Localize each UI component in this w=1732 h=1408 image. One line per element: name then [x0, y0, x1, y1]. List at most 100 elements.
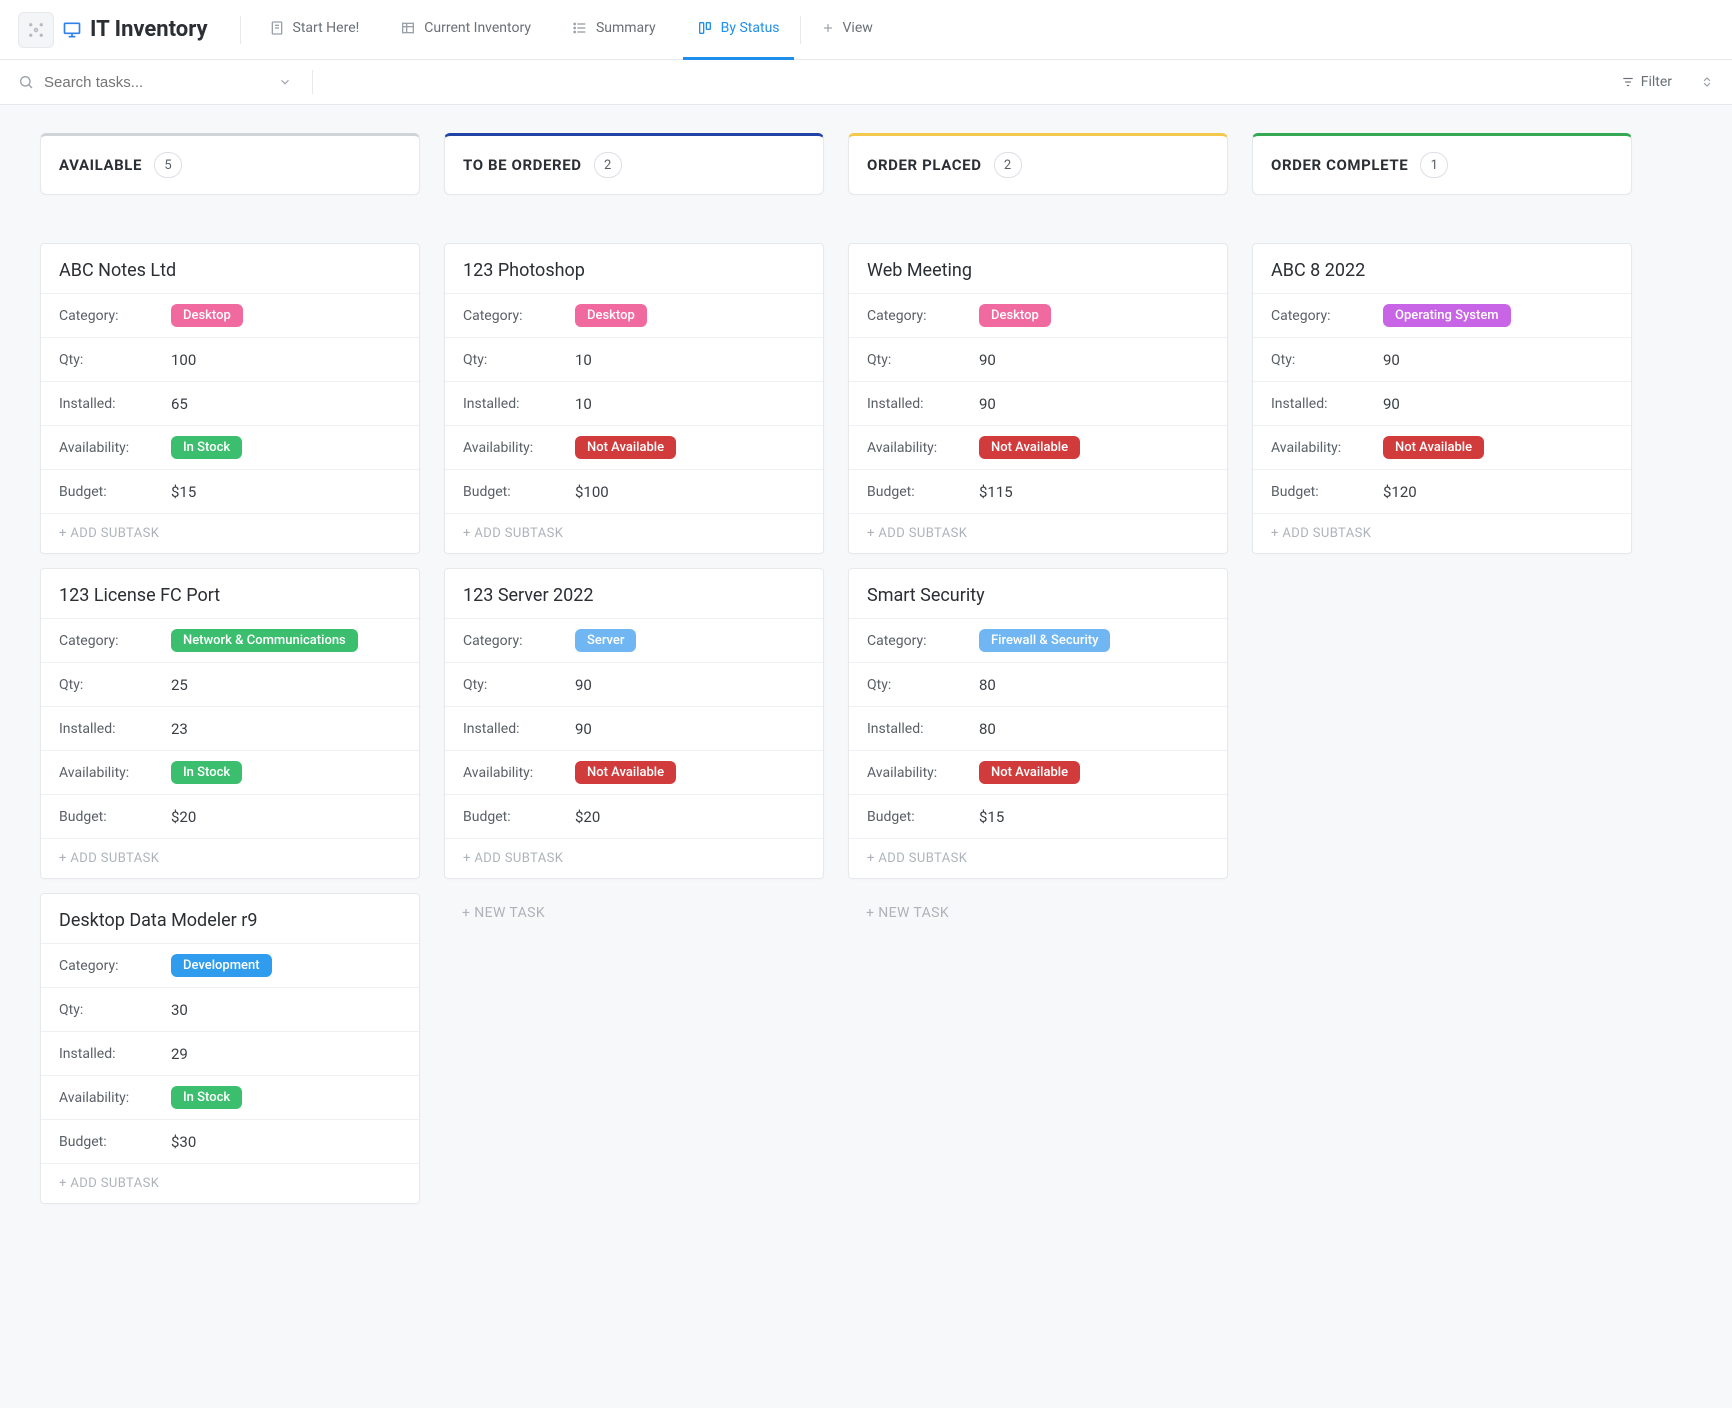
new-task-button[interactable]: + NEW TASK [848, 893, 1228, 933]
field-row-availability: Availability:Not Available [1253, 425, 1631, 469]
add-subtask-button[interactable]: + ADD SUBTASK [1253, 513, 1631, 553]
field-label: Category: [1271, 308, 1383, 324]
card-title: Desktop Data Modeler r9 [41, 894, 419, 943]
field-row-category: Category:Desktop [445, 293, 823, 337]
field-label: Category: [59, 958, 171, 974]
tab-start-here-[interactable]: Start Here! [255, 0, 374, 60]
filter-button[interactable]: Filter [1621, 74, 1672, 90]
column-header[interactable]: TO BE ORDERED2 [444, 133, 824, 195]
add-subtask-button[interactable]: + ADD SUBTASK [849, 513, 1227, 553]
column-order-placed: ORDER PLACED 2 Web MeetingCategory:Desktop… [848, 133, 1228, 933]
column-count: 1 [1420, 152, 1448, 178]
column-name: ORDER PLACED [867, 156, 982, 174]
field-row-availability: Availability:Not Available [445, 425, 823, 469]
tabs: Start Here!Current Inventory Summary By St… [255, 0, 887, 60]
add-subtask-button[interactable]: + ADD SUBTASK [445, 513, 823, 553]
add-subtask-button[interactable]: + ADD SUBTASK [41, 838, 419, 878]
field-label: Budget: [59, 484, 171, 500]
field-value: 10 [575, 395, 592, 413]
field-value: Not Available [979, 761, 1080, 784]
field-row-category: Category:Server [445, 618, 823, 662]
field-label: Budget: [463, 809, 575, 825]
field-row-qty: Qty:90 [445, 662, 823, 706]
field-value: 90 [575, 676, 592, 694]
field-row-category: Category:Firewall & Security [849, 618, 1227, 662]
field-value: Desktop [979, 304, 1051, 327]
field-label: Qty: [1271, 352, 1383, 368]
board-icon [697, 20, 713, 36]
field-value: 90 [979, 351, 996, 369]
divider [312, 70, 313, 94]
field-value: $20 [171, 808, 196, 826]
task-card[interactable]: 123 Server 2022Category:ServerQty:90Inst… [444, 568, 824, 879]
field-value: 23 [171, 720, 188, 738]
column-count: 2 [994, 152, 1022, 178]
field-row-budget: Budget:$120 [1253, 469, 1631, 513]
field-label: Qty: [463, 352, 575, 368]
field-value: $15 [171, 483, 196, 501]
field-row-installed: Installed:90 [849, 381, 1227, 425]
divider [240, 16, 241, 44]
tab-summary[interactable]: Summary [558, 0, 670, 60]
field-row-installed: Installed:29 [41, 1031, 419, 1075]
card-title: ABC Notes Ltd [41, 244, 419, 293]
field-row-installed: Installed:23 [41, 706, 419, 750]
task-card[interactable]: ABC 8 2022Category:Operating SystemQty:9… [1252, 243, 1632, 554]
field-value: $100 [575, 483, 609, 501]
field-value: Not Available [979, 436, 1080, 459]
field-value: 90 [979, 395, 996, 413]
column-header[interactable]: ORDER COMPLETE1 [1252, 133, 1632, 195]
add-subtask-button[interactable]: + ADD SUBTASK [849, 838, 1227, 878]
field-value: Desktop [171, 304, 243, 327]
task-card[interactable]: 123 PhotoshopCategory:DesktopQty:10Insta… [444, 243, 824, 554]
column-to-be-ordered: TO BE ORDERED2123 PhotoshopCategory:Desk… [444, 133, 824, 933]
task-card[interactable]: Web MeetingCategory:DesktopQty:90Install… [848, 243, 1228, 554]
task-card[interactable]: 123 License FC PortCategory:Network & Co… [40, 568, 420, 879]
field-label: Availability: [463, 440, 575, 456]
add-subtask-button[interactable]: + ADD SUBTASK [41, 1163, 419, 1203]
board: AVAILABLE5ABC Notes LtdCategory:DesktopQ… [0, 105, 1732, 1246]
field-label: Installed: [59, 396, 171, 412]
card-title: 123 Server 2022 [445, 569, 823, 618]
divider [551, 16, 552, 44]
tab-label: Summary [596, 20, 656, 36]
card-title: Web Meeting [849, 244, 1227, 293]
add-subtask-button[interactable]: + ADD SUBTASK [445, 838, 823, 878]
column-name: AVAILABLE [59, 156, 142, 174]
field-row-category: Category:Desktop [849, 293, 1227, 337]
field-value: Not Available [575, 761, 676, 784]
field-label: Category: [59, 308, 171, 324]
column-available: AVAILABLE5ABC Notes LtdCategory:DesktopQ… [40, 133, 420, 1218]
field-row-qty: Qty:90 [1253, 337, 1631, 381]
column-header[interactable]: AVAILABLE5 [40, 133, 420, 195]
new-task-button[interactable]: + NEW TASK [444, 893, 824, 933]
field-label: Budget: [867, 484, 979, 500]
field-label: Qty: [463, 677, 575, 693]
page-title: IT Inventory [62, 17, 208, 42]
field-value: 10 [575, 351, 592, 369]
add-subtask-button[interactable]: + ADD SUBTASK [41, 513, 419, 553]
task-card[interactable]: ABC Notes LtdCategory:DesktopQty:100Inst… [40, 243, 420, 554]
field-value: Server [575, 629, 636, 652]
field-value: 80 [979, 676, 996, 694]
field-row-availability: Availability:Not Available [849, 425, 1227, 469]
search-input[interactable] [44, 74, 264, 91]
task-card[interactable]: Desktop Data Modeler r9Category:Developm… [40, 893, 420, 1204]
column-header[interactable]: ORDER PLACED 2 [848, 133, 1228, 195]
monitor-icon [62, 20, 82, 40]
field-label: Budget: [867, 809, 979, 825]
tab-current-inventory[interactable]: Current Inventory [386, 0, 545, 60]
field-row-availability: Availability:Not Available [849, 750, 1227, 794]
field-label: Budget: [59, 809, 171, 825]
field-value: Network & Communications [171, 629, 358, 652]
chevron-down-icon[interactable] [278, 75, 292, 89]
field-label: Qty: [59, 352, 171, 368]
tab-add-view[interactable]: View [807, 0, 887, 60]
tab-by-status[interactable]: By Status [683, 0, 794, 60]
field-row-budget: Budget:$15 [849, 794, 1227, 838]
task-card[interactable]: Smart SecurityCategory:Firewall & Securi… [848, 568, 1228, 879]
expand-icon[interactable] [1700, 75, 1714, 89]
app-menu-icon[interactable] [18, 12, 54, 48]
field-value: 90 [1383, 395, 1400, 413]
field-label: Category: [463, 633, 575, 649]
